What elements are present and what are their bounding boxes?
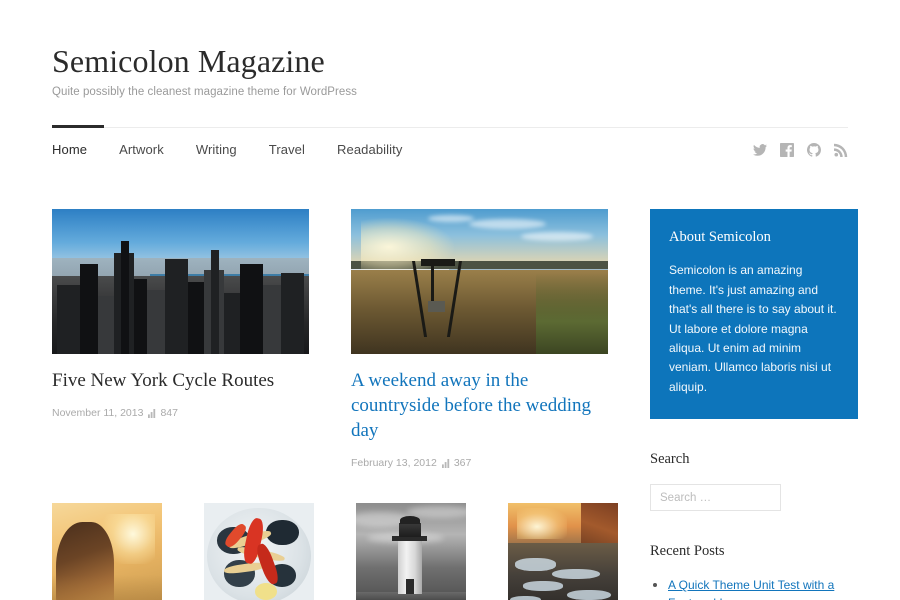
girl-in-field-image [52,503,162,600]
post-grid-row: A Quick Theme Unit Test with a Featured … [52,503,618,600]
view-count: 847 [148,407,178,419]
featured-post-title[interactable]: A weekend away in the countryside before… [351,368,608,443]
nav-link-writing[interactable]: Writing [196,128,237,172]
widget-title-search: Search [650,451,690,468]
site-header: Semicolon Magazine Quite possibly the cl… [0,0,900,98]
facebook-icon[interactable] [780,143,794,158]
nav-link-artwork[interactable]: Artwork [119,128,164,172]
featured-post-title[interactable]: Five New York Cycle Routes [52,368,309,393]
grid-post-light-house: The Light House February 13, 2012 124 [356,503,466,600]
social-links [753,143,848,158]
featured-post-meta: November 11, 2013 847 [52,407,309,419]
grid-post-pellentesque: Pellentesque tincidunt neque quam Februa… [508,503,618,600]
list-item[interactable]: A Quick Theme Unit Test with a Featured … [668,576,858,600]
countryside-sunset-image [351,209,608,355]
sidebar: About Semicolon Semicolon is an amazing … [650,209,858,600]
nav-link-travel[interactable]: Travel [269,128,305,172]
nav-link-readability[interactable]: Readability [337,128,402,172]
view-count-value: 847 [160,407,178,420]
lighthouse-image [356,503,466,600]
recent-posts-list: A Quick Theme Unit Test with a Featured … [650,576,858,600]
grid-post-theme-unit-test: A Quick Theme Unit Test with a Featured … [52,503,162,600]
widget-recent-posts: Recent Posts A Quick Theme Unit Test wit… [650,543,858,600]
grid-thumbnail-seafood[interactable] [204,503,314,600]
widget-search: Search [650,451,858,512]
widget-title-recent-posts: Recent Posts [650,543,725,560]
active-nav-indicator [52,125,104,129]
main-content: Five New York Cycle Routes November 11, … [52,209,618,600]
featured-post-countryside: A weekend away in the countryside before… [351,209,608,469]
nav-item-writing[interactable]: Writing [196,128,237,172]
widget-about-body: Semicolon is an amazing theme. It's just… [669,263,837,394]
rocky-coast-image [508,503,618,600]
grid-thumbnail-girl-field[interactable] [52,503,162,600]
post-date: February 13, 2012 [351,457,437,470]
widget-title-about: About Semicolon [669,229,771,246]
page-root: Semicolon Magazine Quite possibly the cl… [0,0,900,600]
swing-silhouette [411,247,475,337]
nav-link-home[interactable]: Home [52,128,87,172]
rss-icon[interactable] [834,143,848,158]
bar-chart-icon [148,408,156,418]
grid-thumbnail-rocky-coast[interactable] [508,503,618,600]
featured-posts-row: Five New York Cycle Routes November 11, … [52,209,608,469]
grid-post-gallery-example: Gallery post example February 13, 2012 2… [204,503,314,600]
seafood-dish-image [204,503,314,600]
featured-post-meta: February 13, 2012 367 [351,457,608,469]
featured-post-nyc: Five New York Cycle Routes November 11, … [52,209,309,469]
grid-thumbnail-lighthouse[interactable] [356,503,466,600]
view-count-value: 367 [453,457,472,470]
nav-list: Home Artwork Writing Travel Readability [52,128,402,172]
widget-about-semicolon: About Semicolon Semicolon is an amazing … [650,209,858,420]
featured-thumbnail-countryside[interactable] [351,209,608,355]
featured-thumbnail-nyc[interactable] [52,209,309,355]
search-input[interactable] [650,484,781,512]
recent-post-link[interactable]: A Quick Theme Unit Test with a Featured … [668,578,834,600]
site-title: Semicolon Magazine [52,43,325,79]
content-wrapper: Five New York Cycle Routes November 11, … [52,171,858,600]
github-icon[interactable] [807,143,821,157]
nav-item-travel[interactable]: Travel [269,128,305,172]
twitter-icon[interactable] [753,143,767,157]
nyc-skyline-image [52,209,309,355]
nav-item-home[interactable]: Home [52,128,87,172]
view-count: 367 [441,457,472,470]
nav-item-artwork[interactable]: Artwork [119,128,164,172]
site-tagline: Quite possibly the cleanest magazine the… [52,86,357,99]
post-date: November 11, 2013 [52,407,144,420]
primary-navigation: Home Artwork Writing Travel Readability [52,125,848,172]
nav-item-readability[interactable]: Readability [337,128,402,172]
bar-chart-icon [441,458,450,468]
